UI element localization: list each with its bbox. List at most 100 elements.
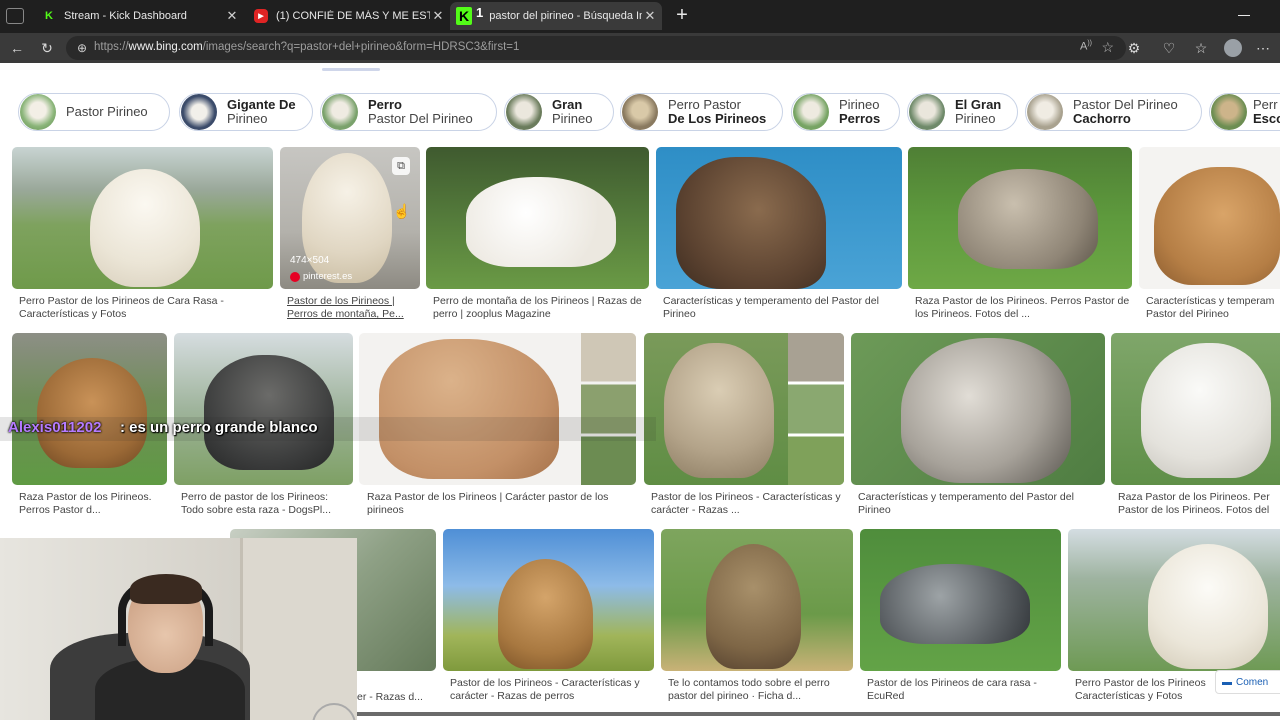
related-search-pill[interactable]: Pastor Pirineo bbox=[18, 93, 170, 131]
image-caption[interactable]: Te lo contamos todo sobre el perro pasto… bbox=[668, 677, 853, 705]
image-caption[interactable]: Perro Pastor de los Pirineos de Cara Ras… bbox=[19, 295, 269, 323]
minimize-window-icon[interactable] bbox=[1238, 15, 1250, 16]
dog-photo bbox=[466, 177, 616, 267]
back-icon[interactable]: ← bbox=[8, 39, 26, 57]
image-result[interactable] bbox=[359, 333, 636, 485]
related-search-pill[interactable]: Pastor Del Pirineo Cachorro bbox=[1025, 93, 1202, 131]
door-frame bbox=[240, 538, 357, 720]
url-host: www.bing.com bbox=[128, 41, 203, 53]
close-tab-icon[interactable]: ✕ bbox=[642, 8, 658, 24]
feedback-button[interactable]: ▬ Comen bbox=[1215, 670, 1280, 694]
pill-thumbnail bbox=[1027, 94, 1063, 130]
browser-essentials-icon[interactable]: ♡ bbox=[1160, 39, 1178, 57]
image-result[interactable] bbox=[860, 529, 1061, 671]
address-bar-url[interactable]: https://www.bing.com/images/search?q=pas… bbox=[94, 41, 519, 53]
horizontal-scrollbar[interactable] bbox=[357, 712, 1280, 716]
image-caption[interactable]: Pastor de los Pirineos de cara rasa - Ec… bbox=[867, 677, 1062, 705]
webcam-overlay bbox=[0, 538, 357, 720]
image-caption[interactable]: Pastor de los Pirineos | Perros de monta… bbox=[287, 295, 417, 323]
favorite-star-icon[interactable]: ☆ bbox=[1101, 39, 1114, 56]
image-caption[interactable]: Perro de montaña de los Pirineos | Razas… bbox=[433, 295, 648, 323]
site-info-icon[interactable]: ⊕ bbox=[74, 40, 90, 56]
thumbnail-strip bbox=[788, 333, 844, 485]
image-result[interactable] bbox=[443, 529, 654, 671]
dog-photo bbox=[90, 169, 200, 287]
related-search-pill[interactable]: Perro Pastor Del Pirineo bbox=[320, 93, 497, 131]
read-aloud-icon[interactable]: A)) bbox=[1080, 40, 1092, 53]
pill-label: El Gran Pirineo bbox=[955, 97, 1002, 126]
tab-actions-menu-icon[interactable] bbox=[6, 8, 24, 24]
image-result[interactable] bbox=[174, 333, 353, 485]
new-tab-icon[interactable]: + bbox=[672, 5, 692, 25]
tab-title: Stream - Kick Dashboard bbox=[64, 10, 187, 22]
pill-thumbnail bbox=[506, 94, 542, 130]
image-caption[interactable]: Características y temperamento del Pasto… bbox=[663, 295, 899, 323]
related-search-pill[interactable]: Gigante De Pirineo bbox=[179, 93, 313, 131]
tab-kick-dashboard[interactable]: K Stream - Kick Dashboard ✕ bbox=[32, 2, 244, 30]
pinterest-icon bbox=[290, 271, 300, 282]
profile-avatar[interactable] bbox=[1224, 39, 1242, 57]
image-result[interactable] bbox=[426, 147, 649, 289]
related-search-pill[interactable]: Gran Pirineo bbox=[504, 93, 614, 131]
extensions-icon[interactable]: ⚙ bbox=[1125, 39, 1143, 57]
dog-photo bbox=[498, 559, 593, 669]
image-caption[interactable]: er - Razas d... bbox=[357, 691, 437, 705]
pill-label: Pastor Pirineo bbox=[66, 104, 148, 119]
image-caption[interactable]: Pastor de los Pirineos - Características… bbox=[651, 491, 845, 519]
stream-chat-overlay: Alexis011202 : es un perro grande blanco bbox=[0, 417, 656, 441]
image-caption[interactable]: Perro de pastor de los Pirineos: Todo so… bbox=[181, 491, 353, 519]
kick-icon: K bbox=[45, 10, 53, 22]
image-result[interactable] bbox=[1139, 147, 1280, 289]
favorites-icon[interactable]: ☆ bbox=[1192, 39, 1210, 57]
youtube-icon: ▶ bbox=[254, 9, 268, 23]
pill-thumbnail bbox=[909, 94, 945, 130]
image-caption[interactable]: Perro Pastor de los Pirineos Característ… bbox=[1075, 677, 1225, 705]
pill-label: Pirineo Perros bbox=[839, 97, 881, 126]
dog-photo bbox=[1154, 167, 1280, 285]
dog-photo bbox=[204, 355, 334, 470]
image-result[interactable] bbox=[644, 333, 844, 485]
image-source[interactable]: pinterest.es bbox=[290, 271, 352, 282]
image-result[interactable] bbox=[12, 333, 167, 485]
kick-logo-overlay-icon: K bbox=[456, 7, 472, 25]
image-caption[interactable]: Características y temperam Pastor del Pi… bbox=[1146, 295, 1280, 323]
image-caption[interactable]: Raza Pastor de los Pirineos | Carácter p… bbox=[367, 491, 633, 519]
image-result[interactable] bbox=[12, 147, 273, 289]
image-result[interactable] bbox=[661, 529, 853, 671]
more-menu-icon[interactable]: ⋯ bbox=[1254, 39, 1272, 57]
pill-label: Gigante De Pirineo bbox=[227, 97, 296, 126]
visual-search-icon[interactable]: ⧉ bbox=[392, 157, 410, 175]
bing-vertical-nav: — bbox=[0, 63, 1280, 71]
dog-photo bbox=[706, 544, 801, 669]
pill-label: PerrEsco bbox=[1253, 97, 1280, 126]
close-tab-icon[interactable]: ✕ bbox=[224, 8, 240, 24]
image-caption[interactable]: Raza Pastor de los Pirineos. Perros Past… bbox=[915, 295, 1130, 323]
image-result[interactable] bbox=[851, 333, 1105, 485]
pill-thumbnail bbox=[20, 94, 56, 130]
dog-photo bbox=[1141, 343, 1271, 478]
image-caption[interactable]: Raza Pastor de los Pirineos. Perros Past… bbox=[19, 491, 167, 519]
pill-label: Perro Pastor De Los Pirineos bbox=[668, 97, 767, 126]
image-result[interactable] bbox=[1068, 529, 1280, 671]
related-search-pill[interactable]: El Gran Pirineo bbox=[907, 93, 1018, 131]
image-caption[interactable]: Características y temperamento del Pasto… bbox=[858, 491, 1102, 519]
related-search-pill[interactable]: Perro Pastor De Los Pirineos bbox=[620, 93, 783, 131]
related-search-pill[interactable]: Pirineo Perros bbox=[791, 93, 900, 131]
dog-photo bbox=[676, 157, 826, 289]
pill-thumbnail bbox=[622, 94, 658, 130]
image-result[interactable] bbox=[1111, 333, 1280, 485]
related-search-pill[interactable]: PerrEsco bbox=[1209, 93, 1280, 131]
refresh-icon[interactable]: ↻ bbox=[38, 39, 56, 57]
browser-toolbar: ← ↻ ⊕ https://www.bing.com/images/search… bbox=[0, 33, 1280, 63]
image-result[interactable] bbox=[908, 147, 1132, 289]
mouse-cursor-icon: ☝ bbox=[393, 203, 411, 219]
close-tab-icon[interactable]: ✕ bbox=[430, 8, 446, 24]
image-caption[interactable]: Raza Pastor de los Pirineos. Per Pastor … bbox=[1118, 491, 1280, 519]
pill-thumbnail bbox=[793, 94, 829, 130]
address-bar[interactable]: ⊕ https://www.bing.com/images/search?q=p… bbox=[66, 36, 1126, 60]
tab-bing-images[interactable]: K 1 pastor del pirineo - Búsqueda Imá ✕ bbox=[450, 2, 662, 30]
tab-youtube[interactable]: ▶ (1) CONFIÉ DE MÁS Y ME ESTAFARO ✕ bbox=[244, 2, 450, 30]
image-result[interactable] bbox=[656, 147, 902, 289]
image-caption[interactable]: Pastor de los Pirineos - Características… bbox=[450, 677, 655, 705]
chat-message: : es un perro grande blanco bbox=[120, 419, 318, 436]
